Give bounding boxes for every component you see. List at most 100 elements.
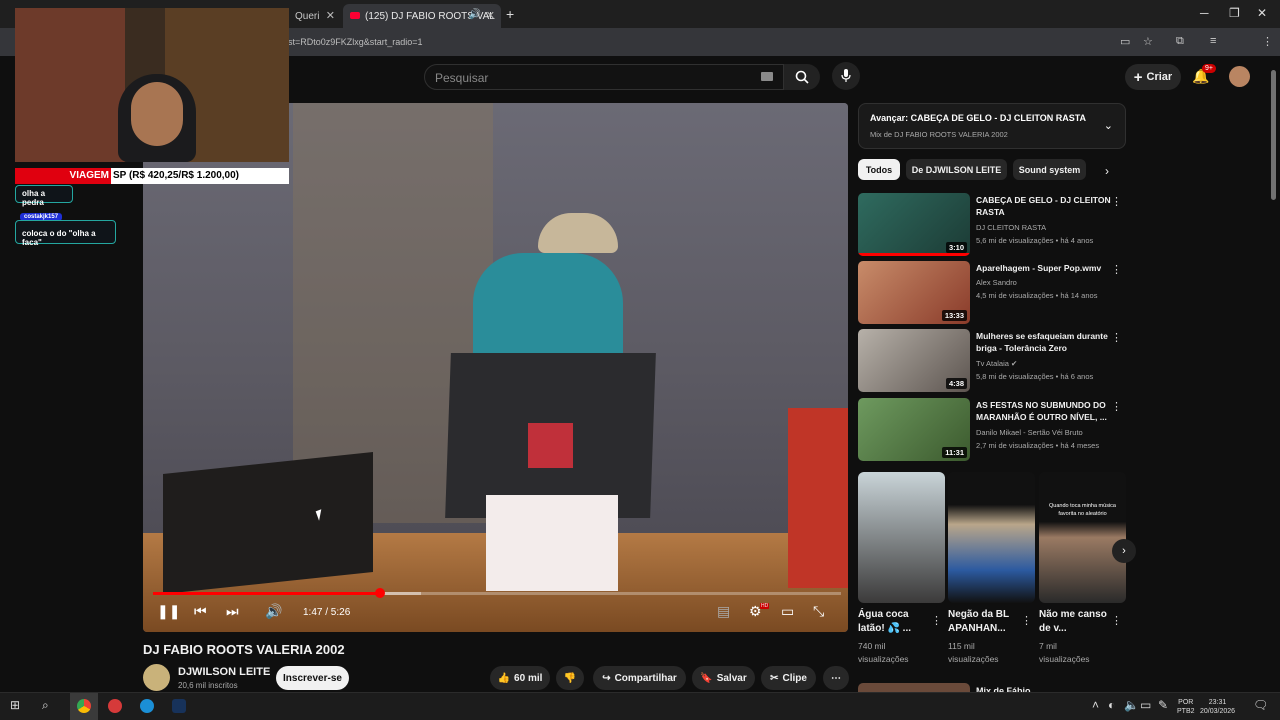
recommendation-item[interactable]: 13:33 Aparelhagem - Super Pop.wmv Alex S…	[858, 261, 1128, 325]
subscribe-button[interactable]: Inscrever-se	[276, 666, 349, 690]
like-button[interactable]: 👍 60 mil	[490, 666, 550, 690]
tray-expand-icon[interactable]: ˄	[1092, 698, 1099, 712]
subtitles-icon[interactable]: ▤	[717, 603, 730, 620]
recommendation-channel[interactable]: Tv Atalaia ✔	[976, 359, 1017, 368]
new-tab-icon[interactable]: +	[506, 6, 514, 22]
speaker-icon[interactable]: 🔈	[1124, 698, 1139, 712]
volume-icon[interactable]: 🔊	[265, 603, 282, 620]
short-title[interactable]: Não me canso de v...	[1039, 608, 1109, 636]
time-display: 1:47 / 5:26	[303, 607, 351, 618]
recommendation-channel[interactable]: Danilo Mikael - Sertão Véi Bruto	[976, 428, 1083, 437]
clock-date: 20/03/2026	[1200, 708, 1236, 715]
fullscreen-exit-icon[interactable]: ⤡	[813, 603, 824, 620]
close-icon[interactable]: ✕	[486, 9, 495, 22]
kebab-menu-icon[interactable]: ⋮	[1111, 614, 1122, 627]
short-thumbnail[interactable]	[858, 472, 945, 603]
close-icon[interactable]: ✕	[326, 9, 335, 22]
up-next-panel[interactable]: Avançar: CABEÇA DE GELO - DJ CLEITON RAS…	[858, 103, 1126, 149]
clip-button[interactable]: ✂ Clipe	[761, 666, 816, 690]
channel-avatar[interactable]	[143, 664, 170, 691]
create-button[interactable]: + Criar	[1125, 64, 1181, 90]
search-icon[interactable]: ⌕	[42, 698, 49, 713]
audio-icon[interactable]: 🔊	[469, 9, 481, 20]
pen-icon[interactable]: ✎	[1158, 698, 1168, 712]
chrome-icon[interactable]	[77, 699, 91, 713]
kebab-menu-icon[interactable]: ⋮	[1262, 35, 1273, 48]
recommendation-channel[interactable]: Alex Sandro	[976, 278, 1017, 287]
progress-bar[interactable]	[153, 588, 841, 598]
chip-todos[interactable]: Todos	[858, 159, 900, 180]
recommendation-meta: 4,5 mi de visualizações • há 14 anos	[976, 291, 1098, 300]
video-thumbnail[interactable]: 11:31	[858, 398, 970, 461]
recommendation-item[interactable]: 11:31 AS FESTAS NO SUBMUNDO DO MARANHÃO …	[858, 398, 1128, 462]
tray-app-icon[interactable]: ◐	[1108, 698, 1115, 712]
video-frame-laptop-right	[788, 408, 848, 588]
chip-sound-system[interactable]: Sound system	[1013, 159, 1086, 180]
dislike-button[interactable]: 👎	[556, 666, 584, 690]
search-input[interactable]: Pesquisar	[424, 64, 784, 90]
short-thumbnail[interactable]	[948, 472, 1035, 603]
edge-icon[interactable]	[140, 699, 154, 713]
channel-name[interactable]: DJWILSON LEITE	[178, 666, 270, 678]
tab-label: Queri	[295, 10, 320, 22]
taskbar-clock[interactable]: 23:31 20/03/2026	[1200, 698, 1235, 716]
keyboard-language[interactable]: POR PTB2	[1177, 698, 1195, 716]
short-title[interactable]: Negão da BL APANHAN...	[948, 608, 1018, 636]
youtube-favicon-icon	[350, 12, 360, 19]
minimize-icon[interactable]: ─	[1200, 6, 1209, 20]
recommendation-meta: 2,7 mi de visualizações • há 4 meses	[976, 441, 1100, 450]
video-thumbnail[interactable]: 13:33	[858, 261, 970, 324]
share-button[interactable]: ↪ Compartilhar	[593, 666, 686, 690]
url-text[interactable]: st=RDto0z9FKZlxg&start_radio=1	[288, 37, 423, 47]
recommendation-item[interactable]: 4:38 Mulheres se esfaqueiam durante brig…	[858, 329, 1128, 393]
chat-text: olha a pedra	[22, 189, 46, 207]
pause-icon[interactable]: ❚❚	[157, 603, 180, 620]
media-control-icon[interactable]: ≡	[1210, 35, 1216, 47]
tab-youtube-video[interactable]: (125) DJ FABIO ROOTS VAL 🔊 ✕	[343, 4, 501, 28]
kebab-menu-icon[interactable]: ⋮	[931, 614, 942, 627]
account-avatar[interactable]	[1229, 66, 1250, 87]
chevron-right-icon[interactable]: ›	[1105, 164, 1109, 178]
recommendation-item[interactable]: 3:10 CABEÇA DE GELO - DJ CLEITON RASTA D…	[858, 193, 1128, 257]
up-next-title: Avançar: CABEÇA DE GELO - DJ CLEITON RAS…	[870, 113, 1087, 123]
cast-icon[interactable]: ▭	[1120, 35, 1130, 48]
windows-start-icon[interactable]: ⊞	[10, 698, 20, 712]
short-thumbnail[interactable]: Quando toca minha música favorita no ale…	[1039, 472, 1126, 603]
short-title[interactable]: Água coca latão! 💦 ...	[858, 608, 928, 636]
video-thumbnail[interactable]: 3:10	[858, 193, 970, 256]
restore-icon[interactable]: ❐	[1229, 6, 1240, 20]
obs-icon[interactable]	[108, 699, 122, 713]
next-icon[interactable]: ⏭	[226, 603, 239, 620]
kebab-menu-icon[interactable]: ⋮	[1111, 331, 1122, 344]
kebab-menu-icon[interactable]: ⋮	[1021, 614, 1032, 627]
save-button[interactable]: 🔖 Salvar	[692, 666, 755, 690]
video-thumbnail[interactable]	[858, 683, 970, 692]
theater-mode-icon[interactable]: ▭	[781, 603, 794, 620]
keyboard-icon[interactable]	[761, 72, 773, 81]
search-button[interactable]	[784, 64, 820, 90]
previous-icon[interactable]: ⏮	[194, 603, 207, 620]
tab-queridos[interactable]: Queri ✕	[289, 4, 341, 28]
steam-icon[interactable]	[172, 699, 186, 713]
shorts-next-button[interactable]: ›	[1112, 539, 1136, 563]
notification-center-icon[interactable]: 🗨	[1253, 698, 1268, 712]
bookmark-star-icon[interactable]: ☆	[1143, 35, 1153, 48]
close-window-icon[interactable]: ✕	[1257, 6, 1267, 20]
recommendation-channel[interactable]: DJ CLEITON RASTA	[976, 223, 1046, 232]
video-thumbnail[interactable]: 4:38	[858, 329, 970, 392]
kebab-menu-icon[interactable]: ⋮	[1111, 195, 1122, 208]
chevron-down-icon[interactable]: ⌄	[1104, 119, 1113, 132]
voice-search-button[interactable]	[832, 62, 860, 90]
video-frame-box	[486, 495, 618, 591]
chip-de-djwilson-leite[interactable]: De DJWILSON LEITE	[906, 159, 1007, 180]
progress-scrubber[interactable]	[375, 588, 386, 598]
recommendation-title: AS FESTAS NO SUBMUNDO DO MARANHÃO É OUTR…	[976, 400, 1107, 422]
page-scrollbar[interactable]	[1271, 70, 1276, 200]
kebab-menu-icon[interactable]: ⋮	[1111, 263, 1122, 276]
kebab-menu-icon[interactable]: ⋮	[1111, 400, 1122, 413]
more-actions-button[interactable]: ⋯	[823, 666, 849, 690]
network-icon[interactable]: ▭	[1140, 698, 1151, 712]
extensions-icon[interactable]: ⧉	[1176, 35, 1184, 48]
windows-taskbar: ⊞ ⌕ ˄ ◐ 🔈 ▭ ✎ POR PTB2 23:31 20/03/2026 …	[0, 692, 1280, 720]
microphone-icon	[841, 69, 851, 82]
